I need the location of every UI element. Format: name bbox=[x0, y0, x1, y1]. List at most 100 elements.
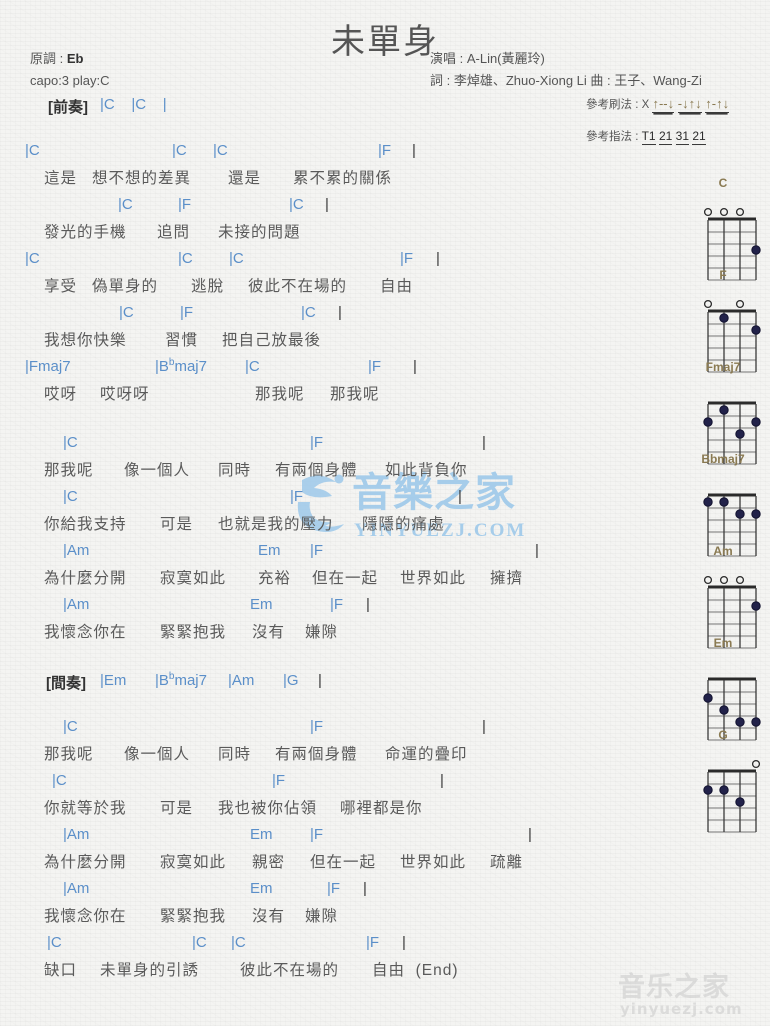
lyric-text: 同時 bbox=[218, 746, 252, 763]
bar-line: | bbox=[412, 142, 416, 159]
open-string-marker bbox=[735, 299, 745, 309]
lyric-text: 嫌隙 bbox=[305, 624, 339, 641]
lyric-line: 那我呢 像一個人 同時 有兩個身體 命運的疊印 bbox=[0, 742, 660, 772]
chord-symbol: Em bbox=[250, 596, 273, 613]
finger-dot bbox=[735, 717, 745, 727]
finger-dot bbox=[703, 693, 713, 703]
lyric-text: 寂寞如此 bbox=[160, 570, 227, 587]
chord-symbol: |Am bbox=[63, 826, 90, 843]
lyric-text: 你就等於我 bbox=[44, 800, 127, 817]
chord-symbol: Em bbox=[258, 542, 281, 559]
lyric-line: 享受 偽單身的 逃脫 彼此不在場的 自由 bbox=[0, 274, 660, 304]
lyric-text: 同時 bbox=[218, 462, 252, 479]
chord-diagram-label: F bbox=[719, 268, 727, 282]
open-string-marker bbox=[719, 207, 729, 217]
chord-diagram-label: Fmaj7 bbox=[705, 360, 741, 374]
chord-symbol: |F bbox=[310, 826, 324, 843]
lyric-line: 你給我支持 可是 也就是我的壓力 隱隱的痛處 bbox=[0, 512, 660, 542]
lyric-text: 隱隱的痛處 bbox=[362, 516, 445, 533]
bar-line: | bbox=[528, 826, 532, 843]
lyric-text: 累不累的關係 bbox=[293, 170, 393, 187]
lyric-text: 命運的疊印 bbox=[385, 746, 468, 763]
chord-symbol: |F bbox=[400, 250, 414, 267]
chord-symbol: |Fmaj7 bbox=[25, 358, 71, 375]
finger-dot bbox=[751, 717, 761, 727]
chord-diagram-label: G bbox=[718, 728, 728, 742]
chord-line: |C |F | bbox=[0, 434, 660, 458]
chord-symbol: |C bbox=[25, 142, 40, 159]
chord-symbol: |F bbox=[180, 304, 194, 321]
lyric-text: 我也被你佔領 bbox=[218, 800, 318, 817]
chord-diagram-label: Bbmaj7 bbox=[701, 452, 745, 466]
lyric-text: 未單身的引誘 bbox=[100, 962, 200, 979]
lyric-text: 偽單身的 bbox=[92, 278, 159, 295]
finger-dot bbox=[703, 785, 713, 795]
chord-line: |Fmaj7 |Bbmaj7 |C |F | bbox=[0, 358, 660, 382]
lyric-text: 可是 bbox=[160, 800, 194, 817]
chord-symbol: |F bbox=[290, 488, 304, 505]
lyric-text: 緊緊抱我 bbox=[160, 908, 227, 925]
lyric-line: 為什麼分開 寂寞如此 充裕 但在一起 世界如此 擁擠 bbox=[0, 566, 660, 596]
lyric-text: 那我呢 bbox=[255, 386, 305, 403]
chord-line: |Am Em |F | bbox=[0, 826, 660, 850]
chord-symbol: |C bbox=[231, 934, 246, 951]
chord-symbol: |C bbox=[301, 304, 316, 321]
chord-line: |C |F |C | bbox=[0, 196, 660, 220]
lyric-text: 我懷念你在 bbox=[44, 908, 127, 925]
chord-symbol: |C bbox=[213, 142, 228, 159]
chord-diagram-f: F bbox=[676, 268, 770, 373]
lyric-text: 但在一起 bbox=[312, 570, 379, 587]
chord-symbol: |Am bbox=[63, 596, 90, 613]
lyric-line: 我懷念你在 緊緊抱我 沒有 嫌隙 bbox=[0, 904, 660, 934]
bar-line: | bbox=[338, 304, 342, 321]
chord-symbol: |C bbox=[118, 196, 133, 213]
finger-dot bbox=[719, 785, 729, 795]
capo-line: capo:3 play:C bbox=[30, 73, 110, 88]
chord-line: |C |C |C |F | bbox=[0, 934, 660, 958]
lyric-text: 想不想的差異 bbox=[92, 170, 192, 187]
chord-symbol: Em bbox=[250, 880, 273, 897]
lyric-text: 你給我支持 bbox=[44, 516, 127, 533]
chord-symbol: |G bbox=[283, 672, 299, 689]
lyric-text: 可是 bbox=[160, 516, 194, 533]
lyric-text: 彼此不在場的 bbox=[240, 962, 340, 979]
lyric-text: 還是 bbox=[228, 170, 262, 187]
chord-symbol: |F bbox=[272, 772, 286, 789]
bar-line: | bbox=[325, 196, 329, 213]
lyric-text: 為什麼分開 bbox=[44, 854, 127, 871]
open-string-marker bbox=[719, 575, 729, 585]
lyric-text: 享受 bbox=[44, 278, 78, 295]
chord-line: [間奏] |Em |Bbmaj7 |Am |G | bbox=[0, 672, 660, 696]
bar-line: | bbox=[458, 488, 462, 505]
chord-diagram-fmaj7: Fmaj7 bbox=[676, 360, 770, 465]
bar-line: | bbox=[366, 596, 370, 613]
chord-line: |Am Em |F | bbox=[0, 880, 660, 904]
lyric-text: 未接的問題 bbox=[218, 224, 301, 241]
chord-symbol: |C bbox=[52, 772, 67, 789]
finger-dot bbox=[751, 417, 761, 427]
lyric-text: 像一個人 bbox=[124, 746, 191, 763]
lyric-text: 把自己放最後 bbox=[222, 332, 322, 349]
chord-symbol: |C bbox=[63, 718, 78, 735]
finger-dot bbox=[703, 417, 713, 427]
lyric-text: 追問 bbox=[157, 224, 191, 241]
chord-symbol: |Bbmaj7 bbox=[155, 671, 207, 690]
finger-dot bbox=[751, 325, 761, 335]
chord-symbol: |C bbox=[289, 196, 304, 213]
chord-symbol: |Em bbox=[100, 672, 127, 689]
chord-symbol: |F bbox=[178, 196, 192, 213]
chord-symbol: |C bbox=[192, 934, 207, 951]
open-string-marker bbox=[703, 575, 713, 585]
lyric-line: 你就等於我 可是 我也被你佔領 哪裡都是你 bbox=[0, 796, 660, 826]
lyric-text: 為什麼分開 bbox=[44, 570, 127, 587]
lyric-line: 我懷念你在 緊緊抱我 沒有 嫌隙 bbox=[0, 620, 660, 650]
writer-line: 詞 : 李焯雄、Zhuo-Xiong Li 曲 : 王子、Wang-Zi bbox=[430, 73, 702, 88]
open-string-marker bbox=[735, 207, 745, 217]
chord-symbol: |Am bbox=[63, 880, 90, 897]
lyric-text: 有兩個身體 bbox=[275, 462, 358, 479]
chord-line: |C |C |C |F | bbox=[0, 250, 660, 274]
chord-symbol: |F bbox=[368, 358, 382, 375]
chord-diagram-c: C bbox=[676, 176, 770, 281]
credits: 演唱 : A-Lin(黃麗玲) 詞 : 李焯雄、Zhuo-Xiong Li 曲 … bbox=[430, 48, 702, 92]
